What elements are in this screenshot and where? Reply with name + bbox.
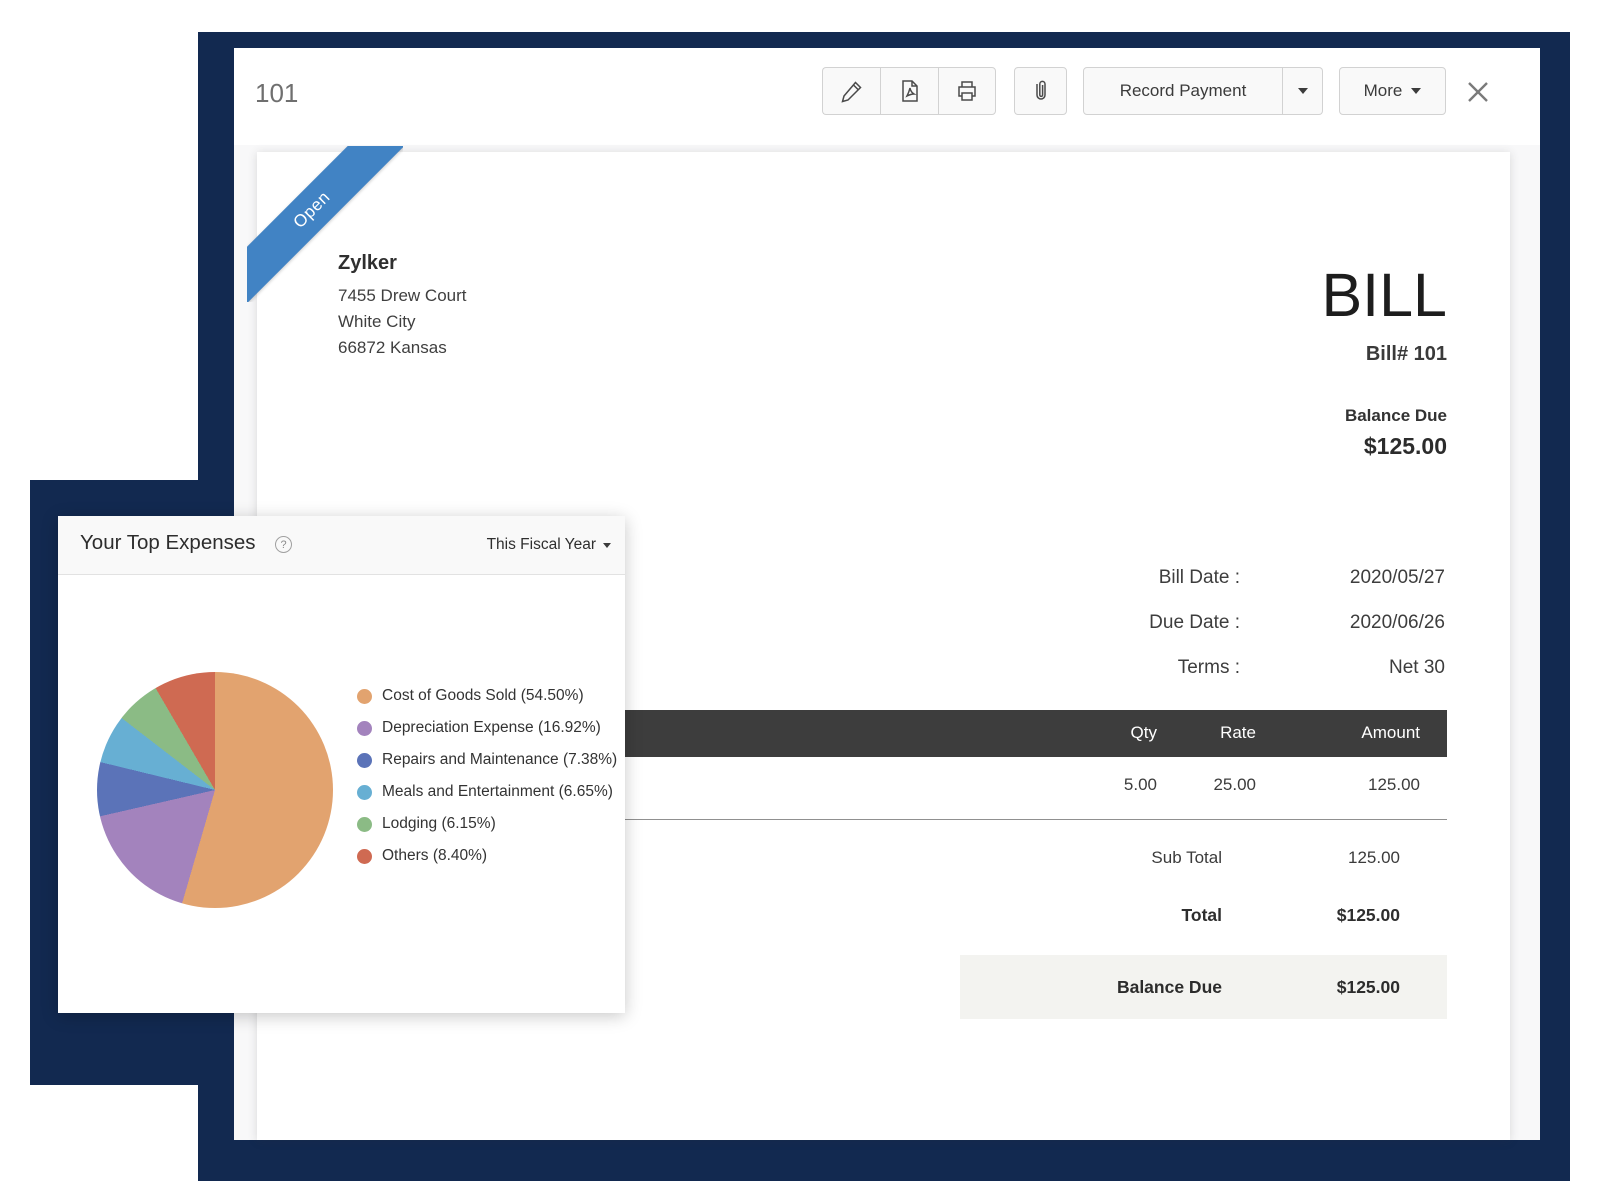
legend-label: Depreciation Expense (16.92%) <box>382 719 601 737</box>
bill-date-row: Bill Date : 2020/05/27 <box>925 557 1445 602</box>
expenses-pie-chart <box>97 672 333 908</box>
balance-due-row-label: Balance Due <box>1117 977 1222 998</box>
pie-legend: Cost of Goods Sold (54.50%) Depreciation… <box>357 680 617 872</box>
period-selector[interactable]: This Fiscal Year <box>487 536 611 554</box>
legend-swatch <box>357 753 372 768</box>
amount-cell: 125.00 <box>1368 775 1420 795</box>
more-label: More <box>1364 81 1403 101</box>
due-date-label: Due Date : <box>1149 612 1240 634</box>
more-button[interactable]: More <box>1339 67 1446 115</box>
toolbar: 101 <box>234 48 1540 146</box>
paperclip-icon <box>1030 79 1052 103</box>
screenshot-stage: 101 <box>0 0 1600 1200</box>
legend-item: Cost of Goods Sold (54.50%) <box>357 680 617 712</box>
print-button[interactable] <box>938 67 996 115</box>
rate-cell: 25.00 <box>1213 775 1256 795</box>
page-title: 101 <box>255 78 298 109</box>
legend-item: Lodging (6.15%) <box>357 808 617 840</box>
help-icon[interactable]: ? <box>275 536 292 553</box>
legend-swatch <box>357 721 372 736</box>
expenses-card-header: Your Top Expenses ? This Fiscal Year <box>58 516 625 575</box>
document-action-group <box>822 67 996 115</box>
legend-item: Others (8.40%) <box>357 840 617 872</box>
balance-due-row: Balance Due $125.00 <box>960 955 1447 1019</box>
vendor-address-line: White City <box>338 309 467 335</box>
legend-swatch <box>357 849 372 864</box>
pencil-icon <box>840 79 864 103</box>
legend-item: Repairs and Maintenance (7.38%) <box>357 744 617 776</box>
legend-item: Meals and Entertainment (6.65%) <box>357 776 617 808</box>
bill-meta-block: Bill Date : 2020/05/27 Due Date : 2020/0… <box>925 557 1445 692</box>
bill-number: Bill# 101 <box>1322 343 1448 366</box>
close-icon <box>1462 76 1494 108</box>
rate-column-header: Rate <box>1220 723 1256 743</box>
period-selector-label: This Fiscal Year <box>487 536 596 554</box>
legend-swatch <box>357 817 372 832</box>
vendor-address-block: Zylker 7455 Drew Court White City 66872 … <box>338 252 467 361</box>
edit-button[interactable] <box>822 67 880 115</box>
vendor-address-line: 66872 Kansas <box>338 335 467 361</box>
expenses-card-title: Your Top Expenses <box>80 531 256 555</box>
attachment-button[interactable] <box>1014 67 1067 115</box>
balance-due-label: Balance Due <box>1322 406 1448 426</box>
total-value: $125.00 <box>1337 905 1400 926</box>
printer-icon <box>955 79 979 103</box>
vendor-address-line: 7455 Drew Court <box>338 283 467 309</box>
record-payment-button[interactable]: Record Payment <box>1083 67 1283 115</box>
total-label: Total <box>1181 905 1222 926</box>
subtotal-value: 125.00 <box>1348 848 1400 868</box>
close-button[interactable] <box>1462 76 1494 108</box>
bill-heading-block: BILL Bill# 101 Balance Due $125.00 <box>1322 264 1448 460</box>
chevron-down-icon <box>1411 88 1421 94</box>
document-type-title: BILL <box>1322 264 1448 326</box>
due-date-row: Due Date : 2020/06/26 <box>925 602 1445 647</box>
due-date-value: 2020/06/26 <box>1350 612 1445 634</box>
legend-item: Depreciation Expense (16.92%) <box>357 712 617 744</box>
legend-label: Repairs and Maintenance (7.38%) <box>382 751 617 769</box>
legend-label: Cost of Goods Sold (54.50%) <box>382 687 584 705</box>
amount-column-header: Amount <box>1361 723 1420 743</box>
record-payment-dropdown[interactable] <box>1283 67 1323 115</box>
top-expenses-card: Your Top Expenses ? This Fiscal Year Cos… <box>58 516 625 1013</box>
chevron-down-icon <box>1298 88 1308 94</box>
terms-value: Net 30 <box>1389 657 1445 679</box>
pdf-button[interactable] <box>880 67 938 115</box>
bill-date-label: Bill Date : <box>1159 567 1240 589</box>
balance-due-value: $125.00 <box>1322 433 1448 460</box>
legend-swatch <box>357 785 372 800</box>
chevron-down-icon <box>603 543 611 548</box>
qty-column-header: Qty <box>1131 723 1157 743</box>
record-payment-split-button: Record Payment <box>1083 67 1323 115</box>
qty-cell: 5.00 <box>1124 775 1157 795</box>
legend-label: Meals and Entertainment (6.65%) <box>382 783 613 801</box>
balance-due-row-value: $125.00 <box>1337 977 1400 998</box>
terms-label: Terms : <box>1178 657 1240 679</box>
legend-swatch <box>357 689 372 704</box>
legend-label: Lodging (6.15%) <box>382 815 496 833</box>
terms-row: Terms : Net 30 <box>925 647 1445 692</box>
legend-label: Others (8.40%) <box>382 847 487 865</box>
subtotal-label: Sub Total <box>1151 848 1222 868</box>
bill-date-value: 2020/05/27 <box>1350 567 1445 589</box>
pdf-icon <box>898 79 922 103</box>
vendor-name: Zylker <box>338 252 467 275</box>
